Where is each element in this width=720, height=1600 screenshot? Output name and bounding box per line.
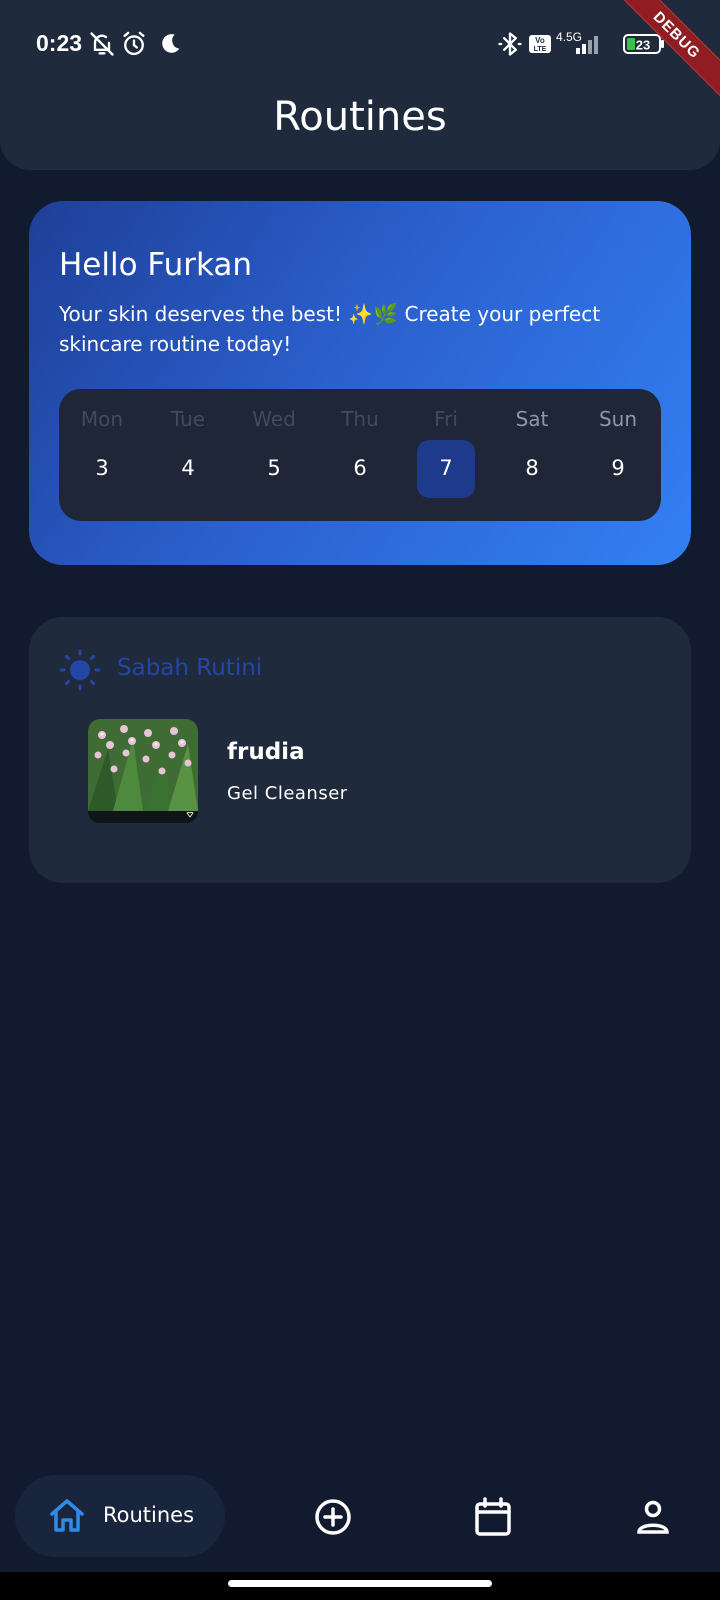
- calendar-icon[interactable]: [472, 1496, 514, 1538]
- day-name: Sat: [515, 407, 549, 431]
- day-number-box: 4: [159, 440, 217, 498]
- sun-icon: [59, 649, 101, 691]
- status-bar: 0:23 Vo LTE 4.5G 23: [0, 22, 720, 68]
- day-name: Mon: [80, 407, 124, 431]
- routine-title: Sabah Rutini: [117, 655, 263, 681]
- greeting-title: Hello Furkan: [59, 247, 253, 283]
- profile-icon[interactable]: [632, 1496, 674, 1538]
- bluetooth-icon: [496, 30, 524, 58]
- volte-icon: Vo LTE: [528, 30, 552, 58]
- day-fri[interactable]: Fri 7: [403, 389, 489, 521]
- day-thu[interactable]: Thu 6: [317, 389, 403, 521]
- day-name: Sun: [598, 407, 638, 431]
- svg-text:Vo: Vo: [535, 36, 545, 45]
- svg-text:23: 23: [636, 38, 650, 53]
- day-tue[interactable]: Tue 4: [145, 389, 231, 521]
- status-time: 0:23: [36, 30, 83, 56]
- product-thumbnail[interactable]: [88, 719, 198, 823]
- routine-card[interactable]: Sabah Rutini frudia Gel Cleanser: [29, 617, 691, 883]
- day-sun[interactable]: Sun 9: [575, 389, 661, 521]
- day-wed[interactable]: Wed 5: [231, 389, 317, 521]
- signal-icon: [570, 30, 614, 58]
- gesture-handle[interactable]: [228, 1580, 492, 1587]
- day-number: 3: [95, 456, 109, 480]
- day-number: 6: [353, 456, 367, 480]
- home-icon: [47, 1496, 87, 1536]
- nav-routines-label: Routines: [103, 1503, 195, 1527]
- day-sat[interactable]: Sat 8: [489, 389, 575, 521]
- day-number-box-selected: 7: [417, 440, 475, 498]
- day-mon[interactable]: Mon 3: [59, 389, 145, 521]
- moon-icon: [156, 30, 184, 58]
- day-name: Fri: [434, 407, 458, 431]
- add-circle-icon[interactable]: [312, 1496, 354, 1538]
- day-number: 8: [525, 456, 539, 480]
- nav-routines[interactable]: Routines: [15, 1475, 225, 1557]
- day-number-box: 5: [245, 440, 303, 498]
- page-title: Routines: [273, 94, 447, 140]
- alarm-icon: [120, 30, 148, 58]
- bottom-navigation: Routines: [0, 1462, 720, 1572]
- day-number: 9: [611, 456, 625, 480]
- day-name: Wed: [252, 407, 296, 431]
- product-brand: frudia: [227, 739, 305, 765]
- day-number: 5: [267, 456, 281, 480]
- day-number-box: 6: [331, 440, 389, 498]
- week-strip: Mon 3 Tue 4 Wed 5 Thu 6 Fri 7 Sat 8 Sun …: [59, 389, 661, 521]
- day-name: Tue: [170, 407, 206, 431]
- svg-text:LTE: LTE: [534, 46, 547, 53]
- greeting-card: Hello Furkan Your skin deserves the best…: [29, 201, 691, 565]
- gesture-bar-area: [0, 1572, 720, 1600]
- product-name: Gel Cleanser: [227, 783, 348, 804]
- day-name: Thu: [341, 407, 379, 431]
- day-number: 4: [181, 456, 195, 480]
- day-number-box: 3: [73, 440, 131, 498]
- app-header: 0:23 Vo LTE 4.5G 23 Routines: [0, 0, 720, 170]
- day-number: 7: [439, 456, 453, 480]
- bell-off-icon: [88, 30, 116, 58]
- greeting-subtitle: Your skin deserves the best! ✨🌿 Create y…: [59, 302, 601, 356]
- day-number-box: 9: [589, 440, 647, 498]
- day-number-box: 8: [503, 440, 561, 498]
